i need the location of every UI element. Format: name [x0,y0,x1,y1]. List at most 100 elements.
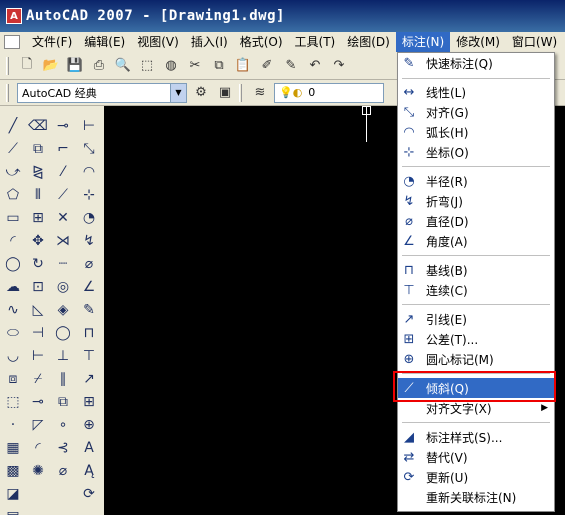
document-icon[interactable] [4,35,20,49]
redo-icon[interactable]: ↷ [329,56,349,76]
snap-from-icon[interactable]: ⌐ [52,139,74,159]
workspace-select[interactable]: AutoCAD 经典 ▼ [17,82,187,103]
dim-radius-icon[interactable]: ◔ [78,208,100,228]
spline-icon[interactable]: ∿ [2,300,24,320]
region-icon[interactable]: ◪ [2,484,24,504]
copy-object-icon[interactable]: ⧉ [27,139,49,159]
menu-item-tolerance[interactable]: ⊞ 公差(T)... [398,329,554,349]
menu-item-dimension-style[interactable]: ◢ 标注样式(S)... [398,427,554,447]
globe-icon[interactable]: ◍ [161,56,181,76]
snap-insert-icon[interactable]: ⧉ [52,392,74,412]
menu-item-baseline[interactable]: ⊓ 基线(B) [398,260,554,280]
dim-leader-icon[interactable]: ↗ [78,369,100,389]
menu-item-ordinate[interactable]: ⊹ 坐标(O) [398,142,554,162]
rotate-icon[interactable]: ↻ [27,254,49,274]
polygon-icon[interactable]: ⬠ [2,185,24,205]
stretch-icon[interactable]: ◺ [27,300,49,320]
menu-item-diameter[interactable]: ⌀ 直径(D) [398,211,554,231]
array-icon[interactable]: ⊞ [27,208,49,228]
menu-item-jogged[interactable]: ↯ 折弯(J) [398,191,554,211]
dim-diameter-icon[interactable]: ⌀ [78,254,100,274]
dim-tolerance-icon[interactable]: ⊞ [78,392,100,412]
circle-icon[interactable]: ◯ [2,254,24,274]
join-icon[interactable]: ⊸ [27,392,49,412]
print-preview-icon[interactable]: 🔍 [113,56,133,76]
offset-icon[interactable]: ⫴ [27,185,49,205]
my-workspace-icon[interactable]: ▣ [215,83,235,103]
paste-icon[interactable]: 📋 [233,56,253,76]
menu-item-center-mark[interactable]: ⊕ 圆心标记(M) [398,349,554,369]
construction-line-icon[interactable]: ⟋ [2,139,24,159]
ellipse-icon[interactable]: ⬭ [2,323,24,343]
layer-select[interactable]: 💡◐ 0 [274,82,384,103]
autocad-app-icon[interactable]: A [6,8,22,24]
dim-jogged-icon[interactable]: ↯ [78,231,100,251]
dim-text-edit-icon[interactable]: Ą [78,461,100,481]
snap-intersection-icon[interactable]: ✕ [52,208,74,228]
arc-icon[interactable]: ◜ [2,231,24,251]
table-icon[interactable]: ▤ [2,507,24,515]
menu-tools[interactable]: 工具(T) [289,32,342,52]
dim-aligned-icon[interactable]: ⤡ [78,139,100,159]
insert-block-icon[interactable]: ⧈ [2,369,24,389]
polyline-icon[interactable]: ⤻ [2,162,24,182]
dim-ordinate-icon[interactable]: ⊹ [78,185,100,205]
menu-item-aligned[interactable]: ⤡ 对齐(G) [398,102,554,122]
menu-item-angular[interactable]: ∠ 角度(A) [398,231,554,251]
fillet-icon[interactable]: ◜ [27,438,49,458]
point-icon[interactable]: · [2,415,24,435]
chevron-down-icon[interactable]: ▼ [170,83,186,102]
menu-item-reassociate[interactable]: 重新关联标注(N) [398,487,554,507]
menu-item-continue[interactable]: ⊤ 连续(C) [398,280,554,300]
menu-dimension[interactable]: 标注(N) [395,32,451,52]
gradient-icon[interactable]: ▩ [2,461,24,481]
snap-quadrant-icon[interactable]: ◈ [52,300,74,320]
snap-none-icon[interactable]: ⌀ [52,461,74,481]
menu-format[interactable]: 格式(O) [234,32,289,52]
dim-linear-icon[interactable]: ⊢ [78,116,100,136]
menu-window[interactable]: 窗口(W) [506,32,563,52]
menu-item-quick-dimension[interactable]: ✎ 快速标注(Q) [398,53,554,73]
snap-endpoint-icon[interactable]: ⁄ [52,162,74,182]
undo-icon[interactable]: ↶ [305,56,325,76]
menu-item-arc-length[interactable]: ◠ 弧长(H) [398,122,554,142]
menu-draw[interactable]: 绘图(D) [341,32,396,52]
menu-modify[interactable]: 修改(M) [450,32,506,52]
publish-icon[interactable]: ⬚ [137,56,157,76]
revision-cloud-icon[interactable]: ☁ [2,277,24,297]
snap-nearest-icon[interactable]: ⊰ [52,438,74,458]
explode-icon[interactable]: ✺ [27,461,49,481]
menu-item-linear[interactable]: ↔ 线性(L) [398,82,554,102]
menu-file[interactable]: 文件(F) [26,32,78,52]
toolbar-grip[interactable] [6,83,9,102]
dim-continue-icon[interactable]: ⊤ [78,346,100,366]
dim-quick-icon[interactable]: ✎ [78,300,100,320]
erase-icon[interactable]: ⌫ [27,116,49,136]
dim-arc-icon[interactable]: ◠ [78,162,100,182]
open-file-icon[interactable]: 📂 [41,56,61,76]
dim-update-icon[interactable]: ⟳ [78,484,100,504]
snap-tangent-icon[interactable]: ◯ [52,323,74,343]
ellipse-arc-icon[interactable]: ◡ [2,346,24,366]
snap-parallel-icon[interactable]: ∥ [52,369,74,389]
menu-insert[interactable]: 插入(I) [185,32,234,52]
temp-track-icon[interactable]: ⊸ [52,116,74,136]
dim-edit-icon[interactable]: A [78,438,100,458]
dim-angular-icon[interactable]: ∠ [78,277,100,297]
dim-center-mark-icon[interactable]: ⊕ [78,415,100,435]
menu-edit[interactable]: 编辑(E) [78,32,131,52]
snap-node-icon[interactable]: ∘ [52,415,74,435]
save-icon[interactable]: 💾 [65,56,85,76]
trim-icon[interactable]: ⊣ [27,323,49,343]
cut-icon[interactable]: ✂ [185,56,205,76]
chamfer-icon[interactable]: ◸ [27,415,49,435]
menu-item-radius[interactable]: ◔ 半径(R) [398,171,554,191]
rectangle-icon[interactable]: ▭ [2,208,24,228]
menu-item-leader[interactable]: ↗ 引线(E) [398,309,554,329]
toolbar-grip[interactable] [6,56,9,75]
new-file-icon[interactable]: 🗋 [17,56,37,76]
line-icon[interactable]: ╱ [2,116,24,136]
snap-midpoint-icon[interactable]: ⟋ [52,185,74,205]
toolbar-grip[interactable] [239,83,242,102]
make-block-icon[interactable]: ⬚ [2,392,24,412]
